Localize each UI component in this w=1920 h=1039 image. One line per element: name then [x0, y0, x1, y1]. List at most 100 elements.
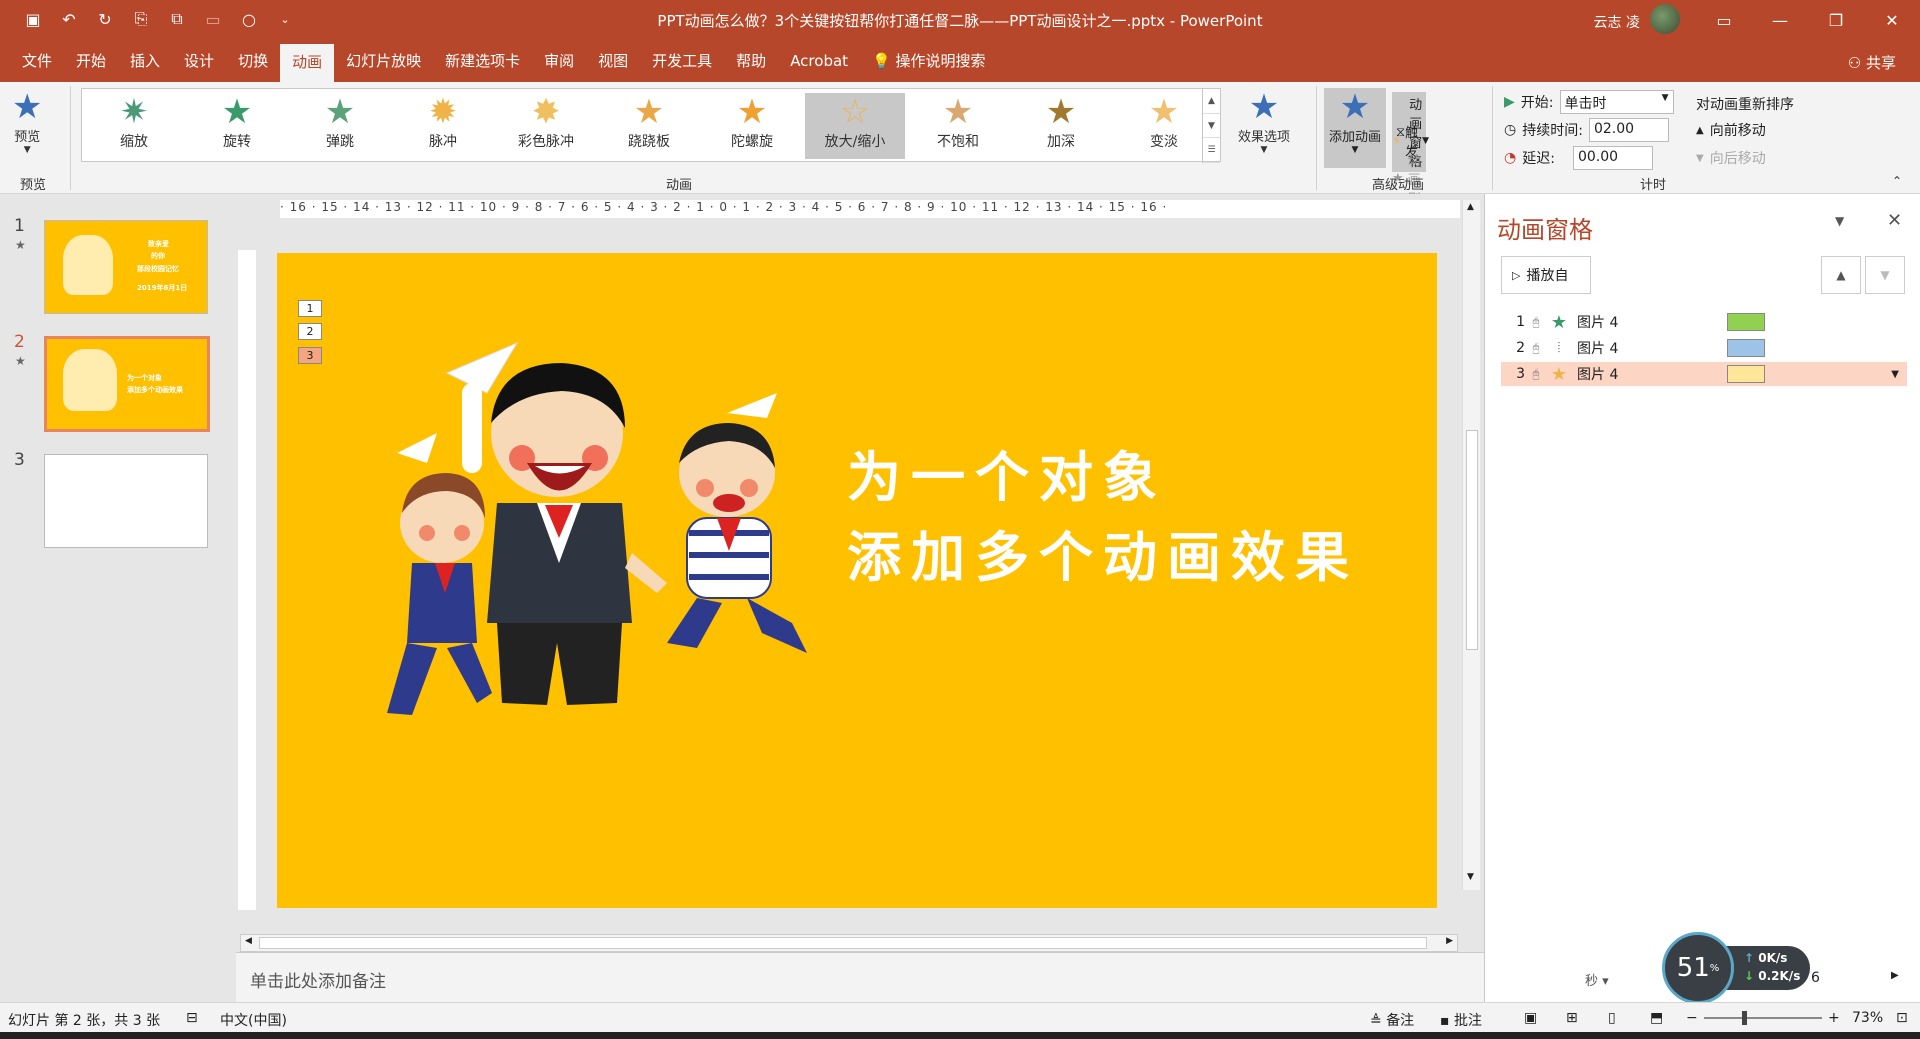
start-select[interactable]: 单击时 ▼	[1559, 90, 1674, 114]
tab-design[interactable]: 设计	[172, 40, 226, 82]
move-down-button[interactable]: ▼	[1865, 256, 1905, 294]
animation-order-tag[interactable]: 3	[298, 347, 322, 364]
cartoon-children-image[interactable]	[367, 323, 807, 733]
gallery-more-icon[interactable]: ☰	[1203, 138, 1220, 164]
tab-view[interactable]: 视图	[586, 40, 640, 82]
slide-sorter-icon[interactable]: ⊞	[1566, 1010, 1578, 1026]
delay-input[interactable]: 00.00	[1572, 146, 1653, 170]
horizontal-scrollbar[interactable]: ◀ ▶	[240, 934, 1458, 952]
emphasis-line-icon: ⦙	[1557, 340, 1561, 356]
zoom-slider[interactable]	[1704, 1017, 1822, 1019]
tab-file[interactable]: 文件	[10, 40, 64, 82]
scale-right-icon[interactable]: ▶	[1891, 970, 1899, 981]
restore-icon[interactable]: ❐	[1808, 0, 1864, 40]
animation-order-tag[interactable]: 2	[298, 323, 322, 340]
anim-grow-shrink[interactable]: ☆ 放大/缩小	[805, 93, 905, 159]
anim-darken[interactable]: ★ 加深	[1011, 93, 1111, 159]
pane-options-icon[interactable]: ▼	[1835, 214, 1844, 228]
zoom-in-icon[interactable]: +	[1828, 1010, 1840, 1026]
comments-toggle[interactable]: ▪ 批注	[1440, 1010, 1482, 1030]
seconds-dropdown[interactable]: 秒 ▾	[1585, 970, 1609, 989]
vertical-scrollbar[interactable]: ▲ ▼	[1462, 200, 1480, 890]
tab-acrobat[interactable]: Acrobat	[778, 40, 860, 82]
tab-home[interactable]: 开始	[64, 40, 118, 82]
fit-slide-icon[interactable]: ⊡	[1896, 1010, 1908, 1026]
anim-spin[interactable]: ★ 旋转	[187, 93, 287, 159]
animation-item[interactable]: 1 🖰 ★ 图片 4	[1501, 310, 1907, 334]
slide-thumbnail-3[interactable]	[44, 454, 208, 548]
scrollbar-thumb[interactable]	[1466, 430, 1478, 650]
add-animation-button[interactable]: ★ 添加动画 ▼	[1324, 88, 1386, 168]
item-dropdown-icon[interactable]: ▼	[1891, 369, 1899, 380]
tab-review[interactable]: 审阅	[532, 40, 586, 82]
slide-thumbnail-2[interactable]: 为一个对象 添加多个动画效果	[44, 336, 210, 432]
anim-zoom[interactable]: ✷ 缩放	[84, 93, 184, 159]
tab-animations[interactable]: 动画	[280, 44, 335, 82]
tab-transitions[interactable]: 切换	[226, 40, 280, 82]
animation-order-tag[interactable]: 1	[298, 300, 322, 317]
item-number: 1	[1516, 314, 1525, 330]
zoom-slider-thumb[interactable]	[1742, 1011, 1747, 1025]
gallery-down-icon[interactable]: ▼	[1203, 114, 1220, 139]
anim-pulse[interactable]: ✹ 脉冲	[393, 93, 493, 159]
play-from-button[interactable]: ▷ 播放自	[1501, 256, 1591, 294]
timeline-bar[interactable]	[1727, 339, 1765, 357]
move-later-button[interactable]: ▼ 向后移动	[1696, 148, 1766, 168]
spellcheck-icon[interactable]: ⊟	[186, 1010, 198, 1026]
spin-star-icon: ★	[221, 92, 253, 132]
add-animation-label: 添加动画	[1328, 130, 1381, 145]
scroll-down-icon[interactable]: ▼	[1467, 872, 1474, 882]
slide-thumbnail-1[interactable]: 致亲爱 的你 那段校园记忆 2019年6月1日	[44, 220, 208, 314]
timeline-bar[interactable]	[1727, 365, 1765, 383]
minimize-icon[interactable]: —	[1752, 0, 1808, 40]
effect-options-button[interactable]: ★ 效果选项 ▼	[1238, 88, 1290, 155]
zoom-out-icon[interactable]: −	[1686, 1010, 1698, 1026]
animation-item[interactable]: 2 🖰 ⦙ 图片 4	[1501, 336, 1907, 360]
share-button[interactable]: ⚇ 共享	[1848, 52, 1896, 73]
move-earlier-button[interactable]: ▲ 向前移动	[1696, 120, 1766, 140]
item-name: 图片 4	[1577, 341, 1619, 357]
normal-view-icon[interactable]: ▣	[1524, 1010, 1537, 1026]
anim-desaturate[interactable]: ★ 不饱和	[908, 93, 1008, 159]
notes-toggle[interactable]: ≜ 备注	[1370, 1010, 1414, 1030]
tab-insert[interactable]: 插入	[118, 40, 172, 82]
slide-text-line-1[interactable]: 为一个对象	[847, 433, 1167, 512]
timeline-bar[interactable]	[1727, 313, 1765, 331]
scroll-left-icon[interactable]: ◀	[245, 936, 252, 946]
reading-view-icon[interactable]: ▯	[1608, 1010, 1616, 1026]
hscroll-thumb[interactable]	[259, 937, 1427, 949]
anim-lighten[interactable]: ★ 变淡	[1114, 93, 1214, 159]
current-slide[interactable]: 1 2 3 为一个对象 添加多个动画效果	[277, 253, 1437, 908]
play-icon: ▶	[1504, 94, 1515, 110]
avatar[interactable]	[1650, 4, 1680, 34]
slide-text-line-2[interactable]: 添加多个动画效果	[847, 513, 1359, 592]
anim-spin-gyro[interactable]: ★ 陀螺旋	[702, 93, 802, 159]
user-account[interactable]: 云志 凌	[1594, 4, 1680, 34]
duration-input[interactable]: 02.00	[1588, 118, 1669, 142]
anim-teeter[interactable]: ★ 跷跷板	[599, 93, 699, 159]
close-icon[interactable]: ✕	[1864, 0, 1920, 40]
slideshow-icon[interactable]: ⬒	[1650, 1010, 1663, 1026]
tab-developer[interactable]: 开发工具	[640, 40, 724, 82]
gallery-up-icon[interactable]: ▲	[1203, 89, 1220, 114]
tab-new[interactable]: 新建选项卡	[433, 40, 532, 82]
scroll-up-icon[interactable]: ▲	[1467, 202, 1474, 212]
collapse-ribbon-icon[interactable]: ⌃	[1892, 174, 1902, 188]
animation-item[interactable]: 3 🖰 ★ 图片 4 ▼	[1501, 362, 1907, 386]
tab-help[interactable]: 帮助	[724, 40, 778, 82]
notes-area[interactable]: 单击此处添加备注	[236, 952, 1484, 1002]
move-up-button[interactable]: ▲	[1821, 256, 1861, 294]
zoom-level[interactable]: 73%	[1852, 1010, 1883, 1026]
close-icon[interactable]: ✕	[1887, 210, 1902, 231]
group-label-animations: 动画	[666, 178, 693, 193]
tab-slideshow[interactable]: 幻灯片放映	[334, 40, 433, 82]
preview-button[interactable]: ★ 预览 ▼	[12, 88, 42, 155]
tell-me-search[interactable]: 💡 操作说明搜索	[860, 40, 997, 82]
language-status[interactable]: 中文(中国)	[220, 1010, 287, 1030]
anim-bounce[interactable]: ★ 弹跳	[290, 93, 390, 159]
share-label: 共享	[1865, 54, 1896, 72]
scroll-right-icon[interactable]: ▶	[1446, 936, 1453, 946]
network-monitor-widget[interactable]: ↑ 0K/s ↓ 0.2K/s 51%	[1662, 932, 1812, 1004]
anim-color-pulse[interactable]: ✸ 彩色脉冲	[496, 93, 596, 159]
ribbon-display-icon[interactable]: ▭	[1696, 0, 1752, 40]
